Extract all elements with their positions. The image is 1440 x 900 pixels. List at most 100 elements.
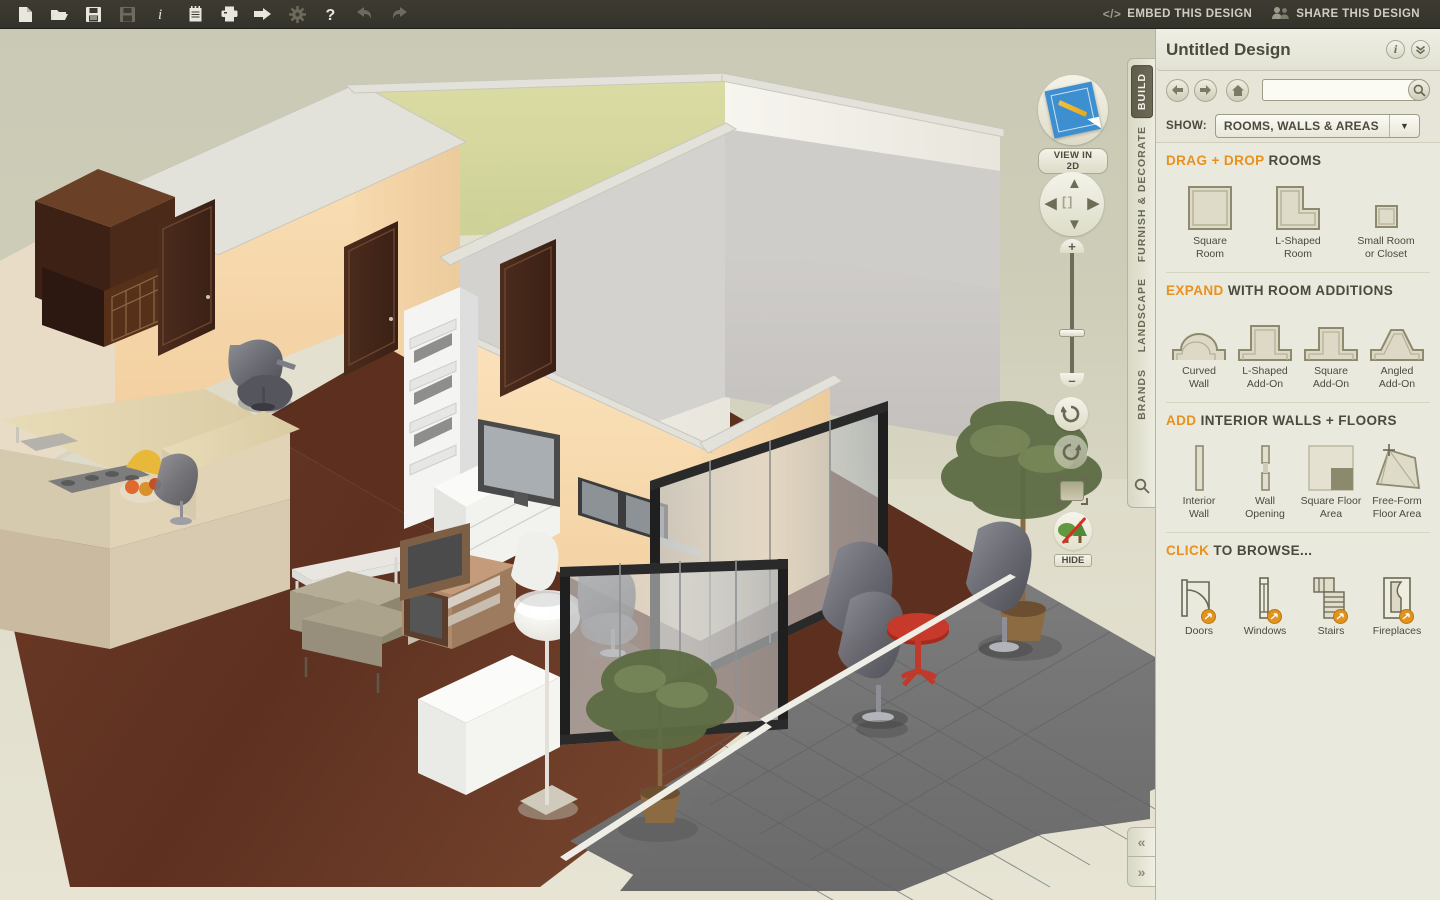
floorplan-3d-render[interactable] [0, 29, 1155, 900]
help-icon[interactable]: ? [314, 1, 348, 28]
pan-left-button[interactable]: ◀ [1045, 194, 1057, 212]
panel-header-actions: i [1386, 40, 1430, 59]
fit-to-screen-button[interactable] [1056, 477, 1088, 505]
page-title: Untitled Design [1166, 39, 1291, 59]
fireplaces-icon [1374, 568, 1420, 624]
design-canvas-3d[interactable]: VIEW IN 2D ▲ ▼ ◀ ▶ [ ] + – HIDE [0, 29, 1155, 900]
tab-brands[interactable]: BRANDS [1136, 361, 1148, 428]
notes-icon[interactable] [178, 1, 212, 28]
svg-text:?: ? [326, 7, 336, 23]
open-folder-icon[interactable] [42, 1, 76, 28]
back-button[interactable] [1166, 78, 1189, 102]
rotate-left-button[interactable] [1054, 397, 1088, 431]
print-icon[interactable] [212, 1, 246, 28]
export-icon[interactable] [246, 1, 280, 28]
save-as-icon[interactable] [110, 1, 144, 28]
crop-corner-tl-icon [1056, 477, 1063, 484]
browse-badge-icon [1267, 609, 1282, 624]
mode-tab-rail: BUILD FURNISH & DECORATE LANDSCAPE BRAND… [1127, 58, 1155, 508]
embed-design-button[interactable]: </> EMBED THIS DESIGN [1097, 7, 1259, 21]
forward-button[interactable] [1194, 78, 1217, 102]
item-curved-wall[interactable]: Curved Wall [1166, 308, 1232, 390]
item-interior-wall[interactable]: Interior Wall [1166, 438, 1232, 520]
tab-furnish-decorate[interactable]: FURNISH & DECORATE [1136, 118, 1148, 270]
section-room-additions: EXPAND WITH ROOM ADDITIONS Curved Wall L-… [1156, 283, 1440, 394]
zoom-slider-track [1070, 249, 1074, 377]
item-windows[interactable]: Windows [1232, 568, 1298, 638]
pan-center-button[interactable]: [ ] [1062, 194, 1072, 209]
expand-panel-button[interactable]: » [1127, 857, 1155, 887]
zoom-slider-handle[interactable] [1059, 329, 1085, 337]
square-add-on-icon [1303, 308, 1359, 362]
zoom-slider[interactable]: + – [1059, 239, 1085, 388]
redo-icon[interactable] [382, 1, 416, 28]
browse-badge-icon [1201, 609, 1216, 624]
section-divider [1166, 272, 1430, 273]
toolbar-icon-group: i ? [0, 1, 416, 28]
item-fireplaces[interactable]: Fireplaces [1364, 568, 1430, 638]
view-in-2d-label: VIEW IN 2D [1038, 148, 1108, 174]
item-label: L-Shaped Add-On [1242, 365, 1288, 390]
item-small-room-or-closet[interactable]: Small Room or Closet [1342, 178, 1430, 260]
pan-down-button[interactable]: ▼ [1067, 216, 1082, 233]
item-square-add-on[interactable]: Square Add-On [1298, 308, 1364, 390]
section-title-rest: WITH ROOM ADDITIONS [1223, 283, 1394, 298]
free-form-floor-icon [1371, 438, 1423, 492]
zoom-in-button[interactable]: + [1060, 239, 1084, 254]
view-2d-disc [1038, 75, 1108, 145]
item-stairs[interactable]: Stairs [1298, 568, 1364, 638]
search-icon[interactable] [1134, 478, 1150, 499]
section-drag-drop-rooms: DRAG + DROP ROOMS Square Room L-Shaped Roo… [1156, 153, 1440, 264]
panel-sections: DRAG + DROP ROOMS Square Room L-Shaped Roo… [1156, 143, 1440, 642]
search-input[interactable] [1262, 79, 1430, 101]
show-select[interactable]: ROOMS, WALLS & AREAS ▼ [1214, 113, 1420, 138]
settings-gear-icon[interactable] [280, 1, 314, 28]
section-title: ADD INTERIOR WALLS + FLOORS [1166, 413, 1430, 428]
new-file-icon[interactable] [8, 1, 42, 28]
zoom-out-button[interactable]: – [1060, 373, 1084, 388]
tab-build[interactable]: BUILD [1130, 65, 1153, 119]
view-in-2d-button[interactable]: VIEW IN 2D [1038, 75, 1108, 174]
hide-trees-button[interactable]: HIDE [1052, 512, 1094, 568]
item-square-room[interactable]: Square Room [1166, 178, 1254, 260]
tab-landscape[interactable]: LANDSCAPE [1136, 270, 1148, 360]
section-items: Curved Wall L-Shaped Add-On Square Add-On [1166, 308, 1430, 390]
section-items: Interior Wall Wall Opening Square Floor Are… [1166, 438, 1430, 520]
share-design-label: SHARE THIS DESIGN [1296, 8, 1420, 20]
section-interior-walls-floors: ADD INTERIOR WALLS + FLOORS Interior Wall… [1156, 413, 1440, 524]
item-l-shaped-add-on[interactable]: L-Shaped Add-On [1232, 308, 1298, 390]
crop-corner-br-icon [1081, 498, 1088, 505]
item-label: Free-Form Floor Area [1372, 495, 1422, 520]
info-icon[interactable]: i [144, 1, 178, 28]
pan-right-button[interactable]: ▶ [1087, 194, 1099, 212]
item-doors[interactable]: Doors [1166, 568, 1232, 638]
panel-header: Untitled Design i [1156, 29, 1440, 71]
section-title: CLICK TO BROWSE... [1166, 543, 1430, 558]
item-label: Square Add-On [1312, 365, 1350, 390]
windows-icon [1242, 568, 1288, 624]
share-design-button[interactable]: SHARE THIS DESIGN [1266, 6, 1426, 22]
item-label: Wall Opening [1245, 495, 1285, 520]
item-free-form-floor-area[interactable]: Free-Form Floor Area [1364, 438, 1430, 520]
home-button[interactable] [1226, 78, 1249, 102]
pan-control-pad[interactable]: ▲ ▼ ◀ ▶ [ ] [1040, 172, 1104, 236]
doors-icon [1176, 568, 1222, 624]
item-square-floor-area[interactable]: Square Floor Area [1298, 438, 1364, 520]
small-room-icon [1362, 178, 1410, 232]
item-wall-opening[interactable]: Wall Opening [1232, 438, 1298, 520]
show-label: SHOW: [1166, 119, 1207, 132]
search-icon[interactable] [1408, 79, 1430, 101]
item-label: Square Floor Area [1300, 495, 1362, 520]
collapse-panel-button[interactable]: « [1127, 827, 1155, 857]
undo-icon[interactable] [348, 1, 382, 28]
item-l-shaped-room[interactable]: L-Shaped Room [1254, 178, 1342, 260]
wall-opening-icon [1255, 438, 1275, 492]
pan-up-button[interactable]: ▲ [1067, 175, 1082, 192]
save-icon[interactable] [76, 1, 110, 28]
section-click-to-browse: CLICK TO BROWSE... Doors Windows Stairs … [1156, 543, 1440, 642]
info-icon[interactable]: i [1386, 40, 1405, 59]
chevron-down-icon[interactable] [1411, 40, 1430, 59]
item-label: Angled Add-On [1378, 365, 1416, 390]
rotate-right-button[interactable] [1054, 435, 1088, 469]
item-angled-add-on[interactable]: Angled Add-On [1364, 308, 1430, 390]
